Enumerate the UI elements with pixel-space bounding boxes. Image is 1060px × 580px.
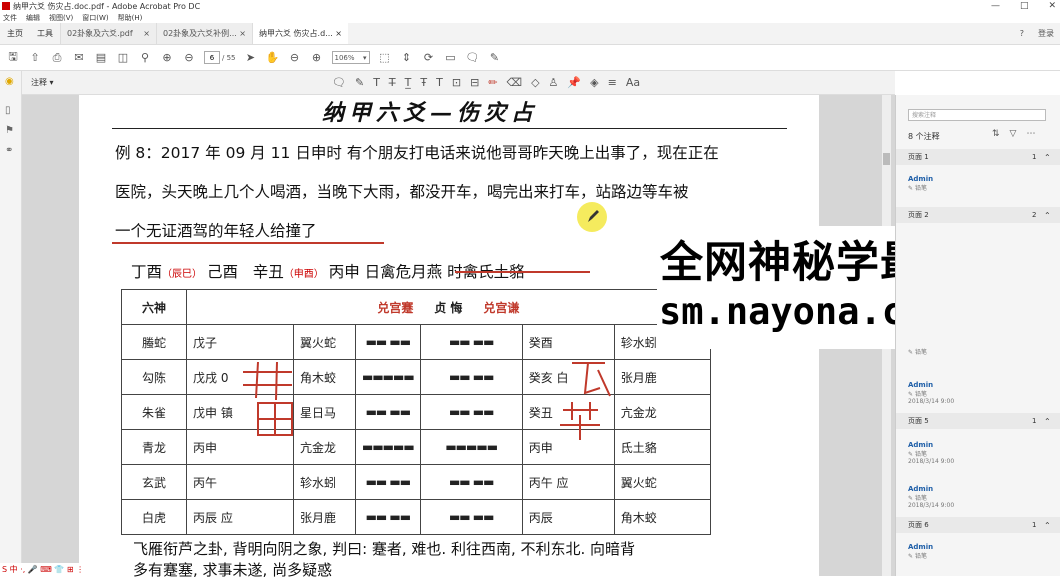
comment-item[interactable]: Admin ✎ 铅笔 2018/3/14 9:00 bbox=[908, 441, 954, 465]
filter-icon[interactable]: ▽ bbox=[1010, 129, 1017, 139]
comment-page-group[interactable]: 页面 5 1 ⌃ bbox=[896, 413, 1060, 429]
sort-icon[interactable]: ⇅ bbox=[992, 129, 1000, 139]
comments-panel: 搜索注释 8 个注释 ⇅ ▽ ⋯ 页面 1 1 ⌃ Admin ✎ 铅笔 页面 2 2 ⌃… bbox=[895, 95, 1060, 576]
comment-kind-label: 铅笔 bbox=[914, 185, 927, 192]
comment-kind-label: 铅笔 bbox=[914, 495, 927, 502]
handwriting-strokes bbox=[243, 361, 611, 440]
ime-toolbar[interactable]: S 中 ·, 🎤 ⌨ 👕 ⊞ ⋮ bbox=[0, 563, 110, 576]
comment-item[interactable]: Admin ✎ 铅笔 2018/3/14 9:00 bbox=[908, 381, 954, 405]
page-group-count: 2 bbox=[1032, 211, 1037, 219]
comment-author: Admin bbox=[908, 485, 934, 493]
comment-date: 2018/3/14 9:00 bbox=[908, 398, 955, 405]
comment-author: Admin bbox=[908, 175, 934, 183]
comment-page-group[interactable]: 页面 1 1 ⌃ bbox=[896, 149, 1060, 165]
chevron-up-icon[interactable]: ⌃ bbox=[1044, 211, 1051, 220]
pencil-cursor bbox=[577, 202, 607, 232]
comments-search-input[interactable]: 搜索注释 bbox=[908, 109, 1046, 121]
chevron-up-icon[interactable]: ⌃ bbox=[1044, 153, 1051, 162]
comment-item[interactable]: Admin ✎ 铅笔 2018/3/14 9:00 bbox=[908, 485, 954, 509]
comment-page-group[interactable]: 页面 2 2 ⌃ bbox=[896, 207, 1060, 223]
page-group-label: 页面 5 bbox=[908, 417, 929, 425]
comment-kind-label: 铅笔 bbox=[914, 553, 927, 560]
comment-kind: ✎ 铅笔 bbox=[908, 451, 927, 458]
comment-kind: ✎ 铅笔 bbox=[908, 495, 927, 502]
page-group-label: 页面 2 bbox=[908, 211, 929, 219]
comment-author: Admin bbox=[908, 381, 934, 389]
watermark-line-2: sm.nayona.cn bbox=[659, 290, 927, 333]
pencil-icon bbox=[588, 210, 599, 222]
page-group-label: 页面 1 bbox=[908, 153, 929, 161]
comment-author: Admin bbox=[908, 441, 934, 449]
comment-item[interactable]: Admin ✎ 铅笔 bbox=[908, 175, 933, 192]
comment-author: Admin bbox=[908, 543, 934, 551]
comment-kind: ✎ 铅笔 bbox=[908, 391, 927, 398]
comment-kind-label: 铅笔 bbox=[914, 349, 927, 356]
chevron-up-icon[interactable]: ⌃ bbox=[1044, 521, 1051, 530]
comment-date: 2018/3/14 9:00 bbox=[908, 502, 955, 509]
comment-kind-label: 铅笔 bbox=[914, 391, 927, 398]
page-group-label: 页面 6 bbox=[908, 521, 929, 529]
comment-date: 2018/3/14 9:00 bbox=[908, 458, 955, 465]
comments-controls: ⇅ ▽ ⋯ bbox=[992, 129, 1035, 139]
comments-count: 8 个注释 bbox=[908, 132, 940, 141]
chevron-up-icon[interactable]: ⌃ bbox=[1044, 417, 1051, 426]
comment-kind: ✎ 铅笔 bbox=[908, 185, 927, 192]
comment-page-group[interactable]: 页面 6 1 ⌃ bbox=[896, 517, 1060, 533]
comment-kind: ✎ 铅笔 bbox=[908, 349, 927, 356]
more-icon[interactable]: ⋯ bbox=[1026, 129, 1035, 139]
judgement-text-2: 多有蹇塞, 求事未遂, 尚多疑惑 bbox=[133, 561, 333, 579]
page-group-count: 1 bbox=[1032, 521, 1037, 529]
judgement-text-1: 飞雁衔芦之卦, 背明向阴之象, 判曰: 蹇者, 难也. 利往西南, 不利东北. … bbox=[133, 540, 636, 558]
comment-kind-label: 铅笔 bbox=[914, 451, 927, 458]
page-group-count: 1 bbox=[1032, 417, 1037, 425]
comment-item[interactable]: ✎ 铅笔 bbox=[908, 347, 927, 356]
comment-item[interactable]: Admin ✎ 铅笔 bbox=[908, 543, 933, 560]
page-group-count: 1 bbox=[1032, 153, 1037, 161]
comment-kind: ✎ 铅笔 bbox=[908, 553, 927, 560]
